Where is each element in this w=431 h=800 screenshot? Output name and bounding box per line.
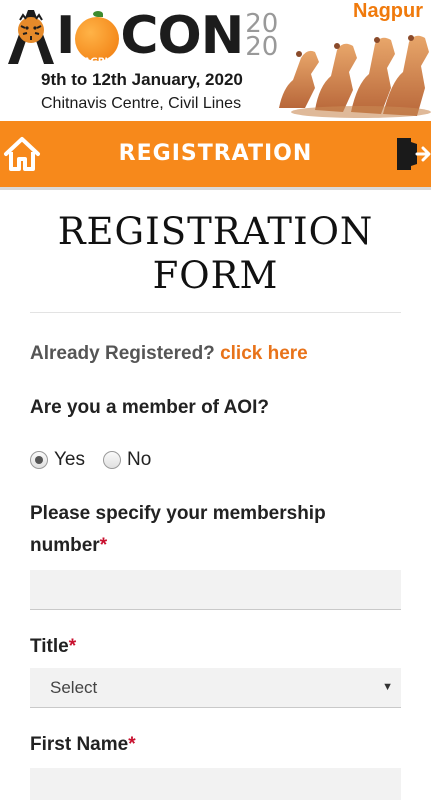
form-title: REGISTRATION FORM xyxy=(30,210,401,298)
membership-label-line2: number xyxy=(30,535,100,556)
banner-venue: Chitnavis Centre, Civil Lines xyxy=(41,95,242,112)
tiger-a-logo-icon xyxy=(8,10,54,64)
title-select-value: Select xyxy=(50,678,98,697)
form-title-line1: REGISTRATION xyxy=(57,210,374,253)
radio-yes[interactable] xyxy=(30,451,48,469)
logout-icon[interactable] xyxy=(395,134,431,174)
membership-label-line1: Please specify your membership xyxy=(30,503,326,524)
topbar-title: REGISTRATION xyxy=(118,141,313,166)
already-registered-label: Already Registered? xyxy=(30,343,215,364)
top-navigation-bar: REGISTRATION xyxy=(0,121,431,190)
member-yes-option[interactable]: Yes xyxy=(30,449,85,471)
title-label-text: Title xyxy=(30,636,69,657)
radio-yes-label: Yes xyxy=(54,449,85,470)
first-name-label-text: First Name xyxy=(30,734,129,755)
member-radio-group: Yes No xyxy=(30,449,401,471)
first-name-input[interactable] xyxy=(30,768,401,800)
logo-text-start: I xyxy=(56,6,75,66)
aoicon-logo: I NAGPUR CON 20 20 xyxy=(6,4,278,68)
orange-o-icon: NAGPUR xyxy=(75,11,120,67)
logo-text-end: CON xyxy=(120,6,244,66)
membership-number-label: Please specify your membership number* xyxy=(30,498,401,562)
event-banner: I NAGPUR CON 20 20 Nagpur 9th to 12th Janu… xyxy=(0,0,431,120)
first-name-label: First Name* xyxy=(30,734,401,756)
required-mark: * xyxy=(68,636,77,657)
membership-number-input[interactable] xyxy=(30,570,401,610)
form-divider xyxy=(30,312,401,313)
registration-form: REGISTRATION FORM Already Registered? cl… xyxy=(30,190,401,800)
radio-no-label: No xyxy=(127,449,152,470)
already-registered-text: Already Registered? click here xyxy=(30,343,401,365)
banner-city: Nagpur xyxy=(353,0,423,22)
caret-down-icon: ▼ xyxy=(382,681,393,693)
member-question: Are you a member of AOI? xyxy=(30,397,269,418)
required-mark: * xyxy=(128,734,136,755)
radio-no[interactable] xyxy=(103,451,121,469)
banner-dates: 9th to 12th January, 2020 xyxy=(41,70,243,89)
member-no-option[interactable]: No xyxy=(103,449,151,471)
title-label: Title* xyxy=(30,636,401,658)
registration-page: I NAGPUR CON 20 20 Nagpur 9th to 12th Janu… xyxy=(0,0,431,800)
form-title-line2: FORM xyxy=(152,254,279,297)
click-here-link[interactable]: click here xyxy=(220,343,308,364)
required-mark: * xyxy=(99,535,108,556)
title-select[interactable]: Select ▼ xyxy=(30,668,401,708)
chariot-horses-image xyxy=(279,35,431,118)
